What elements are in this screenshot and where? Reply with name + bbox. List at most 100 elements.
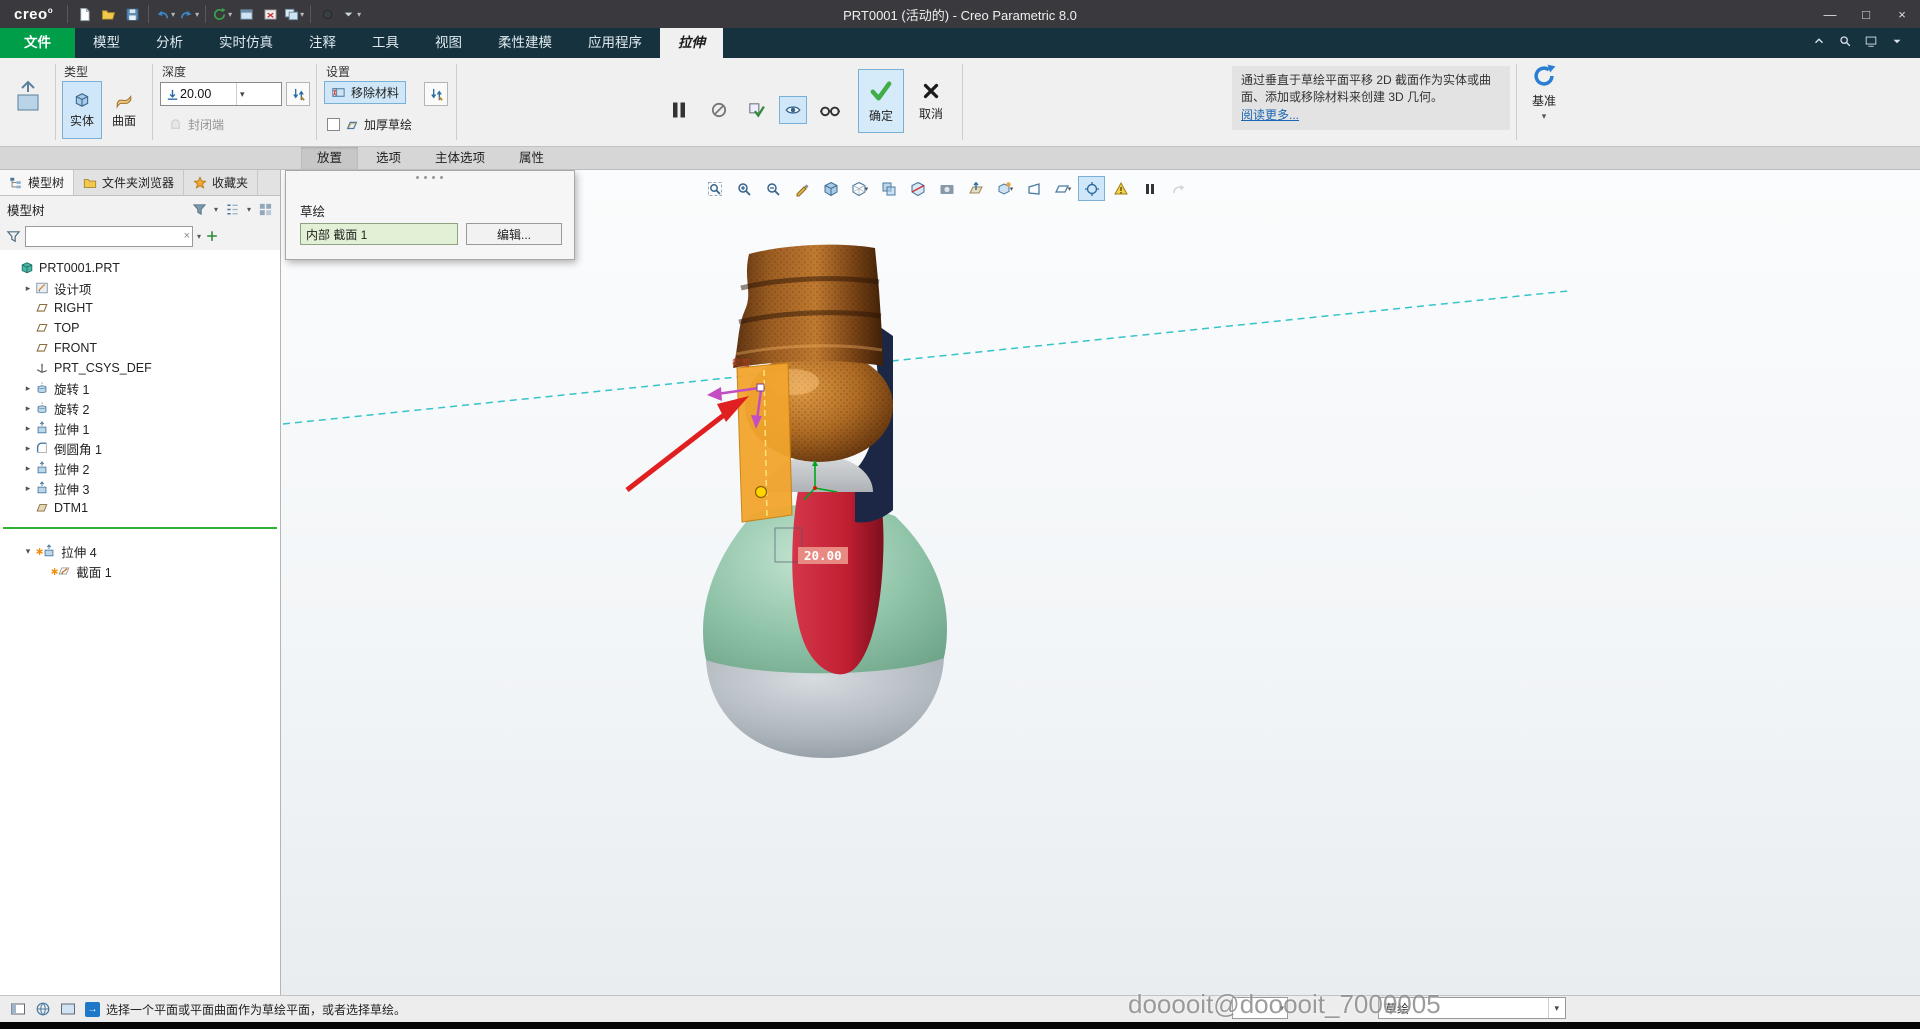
insert-here-indicator[interactable] (3, 527, 277, 529)
regenerate-button[interactable]: ▾ (210, 2, 234, 26)
chevron-down-icon[interactable]: ▾ (195, 10, 199, 19)
maximize-button[interactable]: □ (1848, 0, 1884, 28)
repaint-button[interactable] (788, 176, 815, 201)
clear-search-icon[interactable]: × (184, 229, 190, 244)
attached-preview-button[interactable] (779, 96, 807, 124)
redo-button[interactable]: ▾ (177, 2, 201, 26)
graphics-viewport[interactable]: ▾▾▾ 20.00 截面 (281, 170, 1920, 995)
ribbon-tab-model[interactable]: 模型 (75, 28, 138, 58)
saved-orientations-button[interactable]: ▾ (991, 176, 1018, 201)
tree-item-prt0001[interactable]: PRT0001.PRT (0, 258, 280, 278)
tree-settings-icon[interactable] (258, 202, 273, 217)
close-window-button[interactable] (258, 2, 282, 26)
sketch-reference-field[interactable]: 内部 截面 1 (300, 223, 458, 245)
sketch-vertex-handle[interactable] (756, 487, 767, 498)
chevron-down-icon[interactable]: ▾ (214, 205, 218, 214)
resume-button[interactable] (1165, 176, 1192, 201)
tree-item-top-plane[interactable]: TOP (0, 318, 280, 338)
chevron-down-icon[interactable]: ▾ (1068, 185, 1072, 193)
annotation-display-button[interactable] (1107, 176, 1134, 201)
datum-centerline[interactable] (283, 291, 1568, 424)
surface-button[interactable]: 曲面 (104, 81, 144, 139)
remove-material-button[interactable]: 移除材料 (324, 81, 406, 104)
tree-item-extrude-2[interactable]: ▸拉伸 2 (0, 458, 280, 478)
tree-search-input[interactable] (26, 227, 192, 246)
shading-with-edges-button[interactable] (817, 176, 844, 201)
more-options-button[interactable] (1890, 34, 1904, 53)
search-filter-icon[interactable] (6, 229, 21, 244)
command-search-button[interactable] (1838, 34, 1852, 53)
minimize-ribbon-button[interactable] (1812, 34, 1826, 53)
display-style-button[interactable]: ▾ (846, 176, 873, 201)
expand-arrow-icon[interactable]: ▸ (21, 443, 35, 454)
expand-arrow-icon[interactable]: ▸ (21, 423, 35, 434)
tree-item-extrude-1[interactable]: ▸拉伸 1 (0, 418, 280, 438)
section-view-button[interactable] (904, 176, 931, 201)
selection-filter-combo[interactable]: 草绘 ▾ (1378, 997, 1566, 1019)
panel-grip-icon[interactable] (416, 175, 444, 179)
tree-item-right-plane[interactable]: RIGHT (0, 298, 280, 318)
expand-arrow-icon[interactable]: ▸ (21, 283, 35, 294)
ribbon-tab-file[interactable]: 文件 (0, 28, 75, 58)
chevron-down-icon[interactable]: ▾ (1548, 998, 1559, 1018)
expand-arrow-icon[interactable]: ▸ (21, 383, 35, 394)
tree-item-dtm1[interactable]: DTM1 (0, 498, 280, 518)
checkbox-icon[interactable] (327, 118, 340, 131)
customize-button[interactable]: ▾ (339, 2, 363, 26)
pause-button[interactable] (662, 93, 696, 127)
navigator-tab-folder-browser[interactable]: 文件夹浏览器 (74, 170, 184, 195)
tree-item-design-items[interactable]: ▸设计项 (0, 278, 280, 298)
ribbon-tab-live-simulation[interactable]: 实时仿真 (201, 28, 291, 58)
glasses-preview-button[interactable] (816, 96, 844, 124)
flip-depth-direction-button[interactable] (286, 82, 310, 106)
ribbon-tab-tools[interactable]: 工具 (354, 28, 417, 58)
depth-input[interactable] (180, 87, 236, 101)
ribbon-tab-flexible-modeling[interactable]: 柔性建模 (480, 28, 570, 58)
dashboard-tab-placement[interactable]: 放置 (301, 147, 358, 169)
save-button[interactable] (120, 2, 144, 26)
chevron-down-icon[interactable]: ▾ (300, 10, 304, 19)
selection-count-box[interactable]: ▾ (1232, 997, 1288, 1019)
navigator-tab-model-tree[interactable]: 模型树 (0, 170, 74, 195)
fullscreen-toggle-button[interactable] (57, 999, 79, 1019)
record-button[interactable] (315, 2, 339, 26)
capped-ends-button[interactable]: 封闭端 (168, 116, 224, 133)
transparency-button[interactable] (875, 176, 902, 201)
edit-sketch-button[interactable]: 编辑... (466, 223, 562, 245)
ribbon-tab-view[interactable]: 视图 (417, 28, 480, 58)
expand-arrow-icon[interactable]: ▸ (21, 483, 35, 494)
read-more-link[interactable]: 阅读更多... (1241, 108, 1299, 122)
ribbon-tab-analysis[interactable]: 分析 (138, 28, 201, 58)
chevron-down-icon[interactable]: ▾ (865, 185, 869, 193)
ribbon-tab-applications[interactable]: 应用程序 (570, 28, 660, 58)
datum-display-button[interactable]: ▾ (1049, 176, 1076, 201)
pause-button[interactable] (1136, 176, 1163, 201)
chevron-down-icon[interactable]: ▾ (1542, 111, 1547, 122)
new-file-button[interactable] (72, 2, 96, 26)
tree-columns-icon[interactable] (225, 202, 240, 217)
minimize-button[interactable]: — (1812, 0, 1848, 28)
chevron-down-icon[interactable]: ▾ (1010, 185, 1014, 193)
tree-item-front-plane[interactable]: FRONT (0, 338, 280, 358)
tree-item-revolve-1[interactable]: ▸旋转 1 (0, 378, 280, 398)
tree-item-extrude-4[interactable]: ▾∗拉伸 4 (0, 541, 280, 561)
no-preview-button[interactable] (705, 96, 733, 124)
perspective-button[interactable] (1020, 176, 1047, 201)
solid-button[interactable]: 实体 (62, 81, 102, 139)
zoom-fit-button[interactable] (701, 176, 728, 201)
flip-material-side-button[interactable] (424, 82, 448, 106)
undo-button[interactable]: ▾ (153, 2, 177, 26)
depth-combo[interactable]: ▾ (160, 82, 282, 106)
expand-arrow-icon[interactable]: ▸ (21, 403, 35, 414)
collapse-arrow-icon[interactable]: ▾ (21, 546, 35, 557)
tree-item-section-1[interactable]: ∗截面 1 (0, 561, 280, 581)
chevron-down-icon[interactable]: ▾ (357, 10, 361, 19)
zoom-in-button[interactable] (730, 176, 757, 201)
datum-dropdown[interactable]: 基准 ▾ (1522, 62, 1566, 122)
ok-button[interactable]: 确定 (858, 69, 904, 133)
thicken-sketch-checkbox[interactable]: 加厚草绘 (327, 116, 412, 133)
chevron-down-icon[interactable]: ▾ (171, 10, 175, 19)
dashboard-tab-options[interactable]: 选项 (360, 147, 417, 169)
object-select-button[interactable] (1078, 176, 1105, 201)
tree-item-round-1[interactable]: ▸倒圆角 1 (0, 438, 280, 458)
